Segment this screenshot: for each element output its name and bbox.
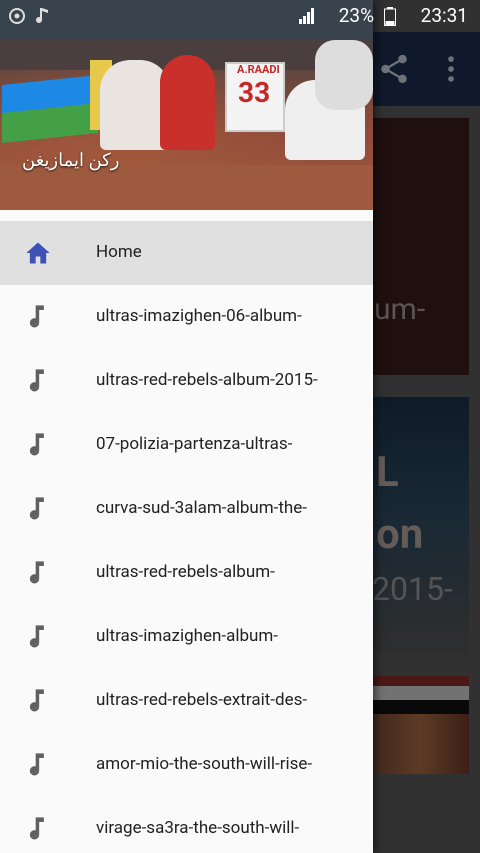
- drawer-item-label: amor-mio-the-south-will-rise-: [96, 754, 313, 774]
- jersey-number: 33: [238, 76, 271, 109]
- drawer-item-label: ultras-red-rebels-extrait-des-: [96, 690, 308, 710]
- music-note-icon: [29, 625, 44, 648]
- music-note-icon: [29, 369, 44, 392]
- music-note-icon: [29, 817, 44, 840]
- music-note-icon: [29, 433, 44, 456]
- drawer-item-track[interactable]: ultras-red-rebels-album-2015-: [0, 349, 373, 413]
- clock: 23:31: [420, 4, 468, 27]
- jersey-name: A.RAADI: [237, 63, 280, 76]
- signal-icon: [299, 8, 314, 24]
- navigation-drawer: A.RAADI 33 ركن ايمازيغن Home ultras-imaz…: [0, 0, 373, 853]
- battery-percent: 23%: [338, 4, 374, 27]
- drawer-item-label: 07-polizia-partenza-ultras-: [96, 434, 293, 454]
- drawer-item-label: ultras-red-rebels-album-: [96, 562, 275, 582]
- music-note-icon: [36, 8, 48, 24]
- drawer-item-track[interactable]: ultras-imazighen-album-: [0, 605, 373, 669]
- music-note-icon: [29, 689, 44, 712]
- drawer-item-track[interactable]: virage-sa3ra-the-south-will-: [0, 797, 373, 853]
- drawer-header-title: ركن ايمازيغن: [22, 150, 120, 171]
- drawer-item-track[interactable]: curva-sud-3alam-album-the-: [0, 477, 373, 541]
- status-bar: 23% 23:31: [0, 0, 480, 32]
- music-note-icon: [29, 305, 44, 328]
- music-note-icon: [29, 497, 44, 520]
- drawer-item-home[interactable]: Home: [0, 221, 373, 285]
- drawer-item-track[interactable]: 07-polizia-partenza-ultras-: [0, 413, 373, 477]
- music-note-icon: [29, 753, 44, 776]
- drawer-item-track[interactable]: ultras-red-rebels-album-: [0, 541, 373, 605]
- drawer-item-label: virage-sa3ra-the-south-will-: [96, 818, 300, 838]
- drawer-item-label: curva-sud-3alam-album-the-: [96, 498, 307, 518]
- drawer-item-track[interactable]: amor-mio-the-south-will-rise-: [0, 733, 373, 797]
- drawer-item-label: ultras-imazighen-album-: [96, 626, 278, 646]
- music-note-icon: [29, 561, 44, 584]
- drawer-item-track[interactable]: ultras-imazighen-06-album-: [0, 285, 373, 349]
- drawer-menu-list: Home ultras-imazighen-06-album- ultras-r…: [0, 221, 373, 853]
- battery-icon: [384, 7, 396, 26]
- whatsapp-icon: [9, 8, 25, 24]
- home-icon: [26, 242, 50, 264]
- drawer-item-label: ultras-imazighen-06-album-: [96, 306, 302, 326]
- drawer-item-track[interactable]: ultras-red-rebels-extrait-des-: [0, 669, 373, 733]
- drawer-item-label: Home: [96, 242, 142, 262]
- drawer-item-label: ultras-red-rebels-album-2015-: [96, 370, 318, 390]
